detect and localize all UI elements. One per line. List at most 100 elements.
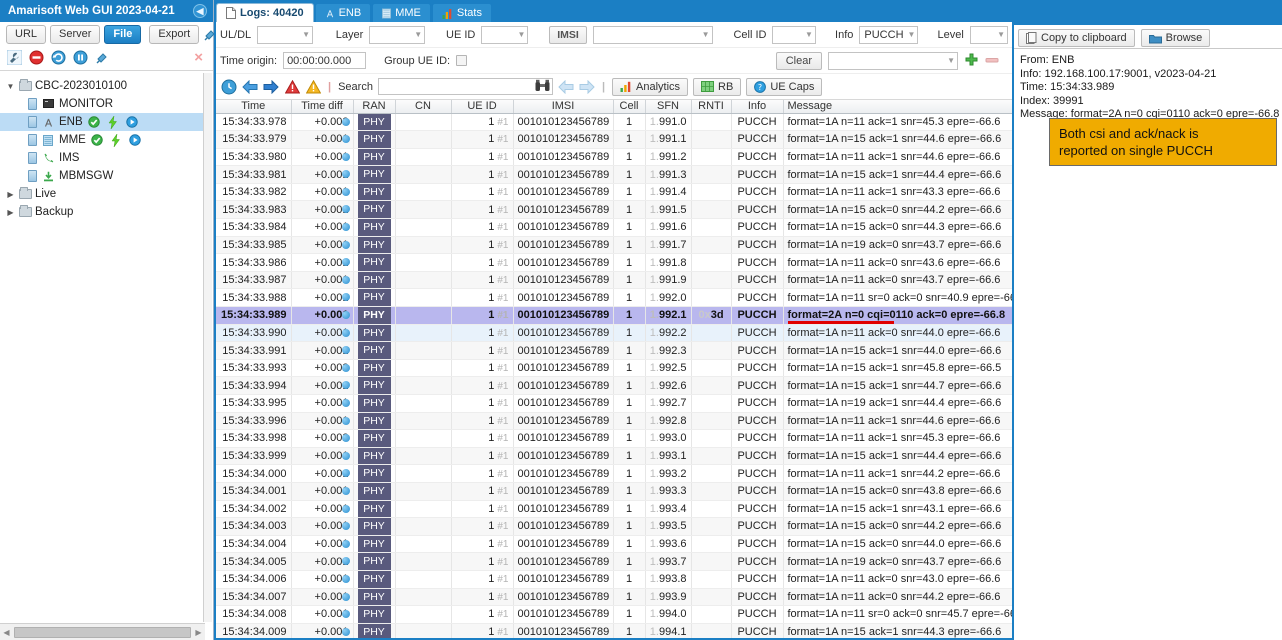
level-select[interactable]: ▼ xyxy=(969,25,1008,44)
table-row[interactable]: 15:34:34.000 +0.001 PHY 1 #1 001010123456789… xyxy=(216,464,1012,483)
block-icon[interactable] xyxy=(28,50,44,66)
table-row[interactable]: 15:34:33.989 +0.001 PHY 1 #1 001010123456789… xyxy=(216,306,1012,325)
table-row[interactable]: 15:34:33.984 +0.001 PHY 1 #1 001010123456789… xyxy=(216,218,1012,237)
table-row[interactable]: 15:34:33.982 +0.001 PHY 1 #1 001010123456789… xyxy=(216,183,1012,202)
table-row[interactable]: 15:34:34.007 +0.001 PHY 1 #1 001010123456789… xyxy=(216,588,1012,607)
tree-item-live[interactable]: ▶ Live xyxy=(0,185,203,203)
plus-icon[interactable] xyxy=(964,53,979,68)
group-ueid-checkbox[interactable] xyxy=(456,55,468,66)
server-button[interactable]: Server xyxy=(50,25,101,44)
table-row[interactable]: 15:34:33.995 +0.001 PHY 1 #1 001010123456789… xyxy=(216,394,1012,413)
info-select[interactable]: PUCCH ▼ xyxy=(859,25,919,44)
col-time-diff[interactable]: Time diff xyxy=(291,100,354,114)
arrow-right-icon[interactable] xyxy=(263,79,279,95)
minus-icon[interactable] xyxy=(985,53,1000,68)
tree-item-mbmsgw[interactable]: MBMSGW xyxy=(0,167,203,185)
table-row[interactable]: 15:34:34.004 +0.001 PHY 1 #1 001010123456789… xyxy=(216,535,1012,554)
table-row[interactable]: 15:34:33.986 +0.001 PHY 1 #1 001010123456789… xyxy=(216,253,1012,272)
table-row[interactable]: 15:34:34.003 +0.001 PHY 1 #1 001010123456789… xyxy=(216,517,1012,536)
uldl-select[interactable]: ▼ xyxy=(257,25,314,44)
col-imsi[interactable]: IMSI xyxy=(513,100,614,114)
ueid-select[interactable]: ▼ xyxy=(481,25,529,44)
preset-select[interactable]: ▼ xyxy=(828,51,958,70)
table-row[interactable]: 15:34:33.998 +0.002 PHY 1 #1 001010123456789… xyxy=(216,429,1012,448)
table-row[interactable]: 15:34:33.988 +0.001 PHY 1 #1 001010123456789… xyxy=(216,288,1012,308)
cellid-select[interactable]: ▼ xyxy=(772,25,816,44)
scrollbar-thumb[interactable] xyxy=(14,626,191,638)
col-ue-id[interactable]: UE ID xyxy=(451,100,514,114)
table-row[interactable]: 15:34:34.006 +0.001 PHY 1 #1 001010123456789… xyxy=(216,570,1012,589)
tree-item-monitor[interactable]: MONITOR xyxy=(0,95,203,113)
time-origin-input[interactable] xyxy=(283,52,367,69)
col-message[interactable]: Message xyxy=(783,100,1012,114)
clear-button[interactable]: Clear xyxy=(775,51,822,70)
table-row[interactable]: 15:34:33.991 +0.001 PHY 1 #1 001010123456789… xyxy=(216,341,1012,360)
layer-select[interactable]: ▼ xyxy=(369,25,426,44)
scroll-right-icon[interactable]: ▶ xyxy=(192,628,205,637)
table-row[interactable]: 15:34:33.978 +0.002 PHY 1 #1 001010123456789… xyxy=(216,113,1012,132)
export-button[interactable]: Export xyxy=(149,25,200,44)
imsi-button[interactable]: IMSI xyxy=(549,25,587,44)
tree-item-backup[interactable]: ▶ Backup xyxy=(0,203,203,221)
table-row[interactable]: 15:34:34.002 +0.001 PHY 1 #1 001010123456789… xyxy=(216,500,1012,519)
tab-enb[interactable]: ENB xyxy=(314,3,372,22)
tree-item-ims[interactable]: IMS xyxy=(0,149,203,167)
table-row[interactable]: 15:34:33.983 +0.001 PHY 1 #1 001010123456789… xyxy=(216,200,1012,220)
scroll-left-icon[interactable]: ◀ xyxy=(0,628,13,637)
search-input[interactable] xyxy=(377,78,553,95)
file-button[interactable]: File xyxy=(104,25,142,44)
error-icon[interactable] xyxy=(284,79,300,95)
browse-button[interactable]: Browse xyxy=(1140,29,1211,47)
table-row[interactable]: 15:34:33.980 +0.001 PHY 1 #1 001010123456789… xyxy=(216,148,1012,167)
sidebar-vertical-scrollbar[interactable] xyxy=(204,73,212,622)
tab-mme[interactable]: MME xyxy=(372,3,431,22)
col-rnti[interactable]: RNTI xyxy=(691,100,732,114)
table-row[interactable]: 15:34:33.993 +0.002 PHY 1 #1 001010123456789… xyxy=(216,359,1012,378)
clock-icon[interactable] xyxy=(221,79,237,95)
table-row[interactable]: 15:34:33.985 +0.001 PHY 1 #1 001010123456789… xyxy=(216,236,1012,255)
analytics-button[interactable]: Analytics xyxy=(612,77,689,96)
imsi-select[interactable]: ▼ xyxy=(592,25,713,44)
table-row[interactable]: 15:34:33.996 +0.001 PHY 1 #1 001010123456789… xyxy=(216,412,1012,431)
tab-logs[interactable]: Logs: 40420 xyxy=(216,3,314,22)
table-row[interactable]: 15:34:34.008 +0.001 PHY 1 #1 001010123456789… xyxy=(216,605,1012,624)
table-row[interactable]: 15:34:34.001 +0.001 PHY 1 #1 001010123456789… xyxy=(216,482,1012,501)
rb-button[interactable]: RB xyxy=(693,77,742,96)
logs-table-container[interactable]: Time Time diff RAN CN UE ID IMSI Cell SF… xyxy=(216,100,1012,638)
tree-item-enb[interactable]: ENB xyxy=(0,113,203,131)
table-row[interactable]: 15:34:33.990 +0.001 PHY 1 #1 001010123456789… xyxy=(216,324,1012,343)
refresh-icon[interactable] xyxy=(50,50,66,66)
col-cell[interactable]: Cell xyxy=(613,100,646,114)
table-row[interactable]: 15:34:34.005 +0.001 PHY 1 #1 001010123456789… xyxy=(216,552,1012,571)
prev-icon[interactable] xyxy=(558,79,574,95)
chevron-right-icon[interactable]: ▶ xyxy=(5,190,16,199)
col-ran[interactable]: RAN xyxy=(353,100,396,114)
close-icon[interactable]: × xyxy=(194,49,203,66)
wrench-icon[interactable] xyxy=(6,50,22,66)
chevron-down-icon[interactable]: ▼ xyxy=(5,82,16,91)
chevron-left-icon[interactable]: ◀ xyxy=(193,4,207,18)
col-time[interactable]: Time xyxy=(216,100,292,114)
url-button[interactable]: URL xyxy=(6,25,47,44)
next-icon[interactable] xyxy=(579,79,595,95)
col-sfn[interactable]: SFN xyxy=(645,100,692,114)
table-row[interactable]: 15:34:33.981 +0.001 PHY 1 #1 001010123456789… xyxy=(216,165,1012,184)
pause-icon[interactable] xyxy=(72,50,88,66)
col-info[interactable]: Info xyxy=(731,100,784,114)
arrow-left-icon[interactable] xyxy=(242,79,258,95)
col-cn[interactable]: CN xyxy=(395,100,452,114)
tree-item-cbc[interactable]: ▼ CBC-2023010100 xyxy=(0,77,203,95)
warning-icon[interactable] xyxy=(305,79,321,95)
binoculars-icon[interactable] xyxy=(535,79,550,92)
table-row[interactable]: 15:34:33.994 +0.001 PHY 1 #1 001010123456789… xyxy=(216,376,1012,395)
plug2-icon[interactable] xyxy=(94,50,110,66)
table-row[interactable]: 15:34:33.979 +0.001 PHY 1 #1 001010123456789… xyxy=(216,130,1012,149)
tree-item-mme[interactable]: MME xyxy=(0,131,203,149)
tab-stats[interactable]: Stats xyxy=(431,3,492,22)
ue-caps-button[interactable]: ? UE Caps xyxy=(746,77,823,96)
table-row[interactable]: 15:34:33.999 +0.001 PHY 1 #1 001010123456789… xyxy=(216,447,1012,466)
chevron-right-icon[interactable]: ▶ xyxy=(5,208,16,217)
copy-to-clipboard-button[interactable]: Copy to clipboard xyxy=(1018,29,1135,47)
table-row[interactable]: 15:34:34.009 +0.001 PHY 1 #1 001010123456789… xyxy=(216,623,1012,638)
table-row[interactable]: 15:34:33.987 +0.001 PHY 1 #1 001010123456789… xyxy=(216,271,1012,290)
